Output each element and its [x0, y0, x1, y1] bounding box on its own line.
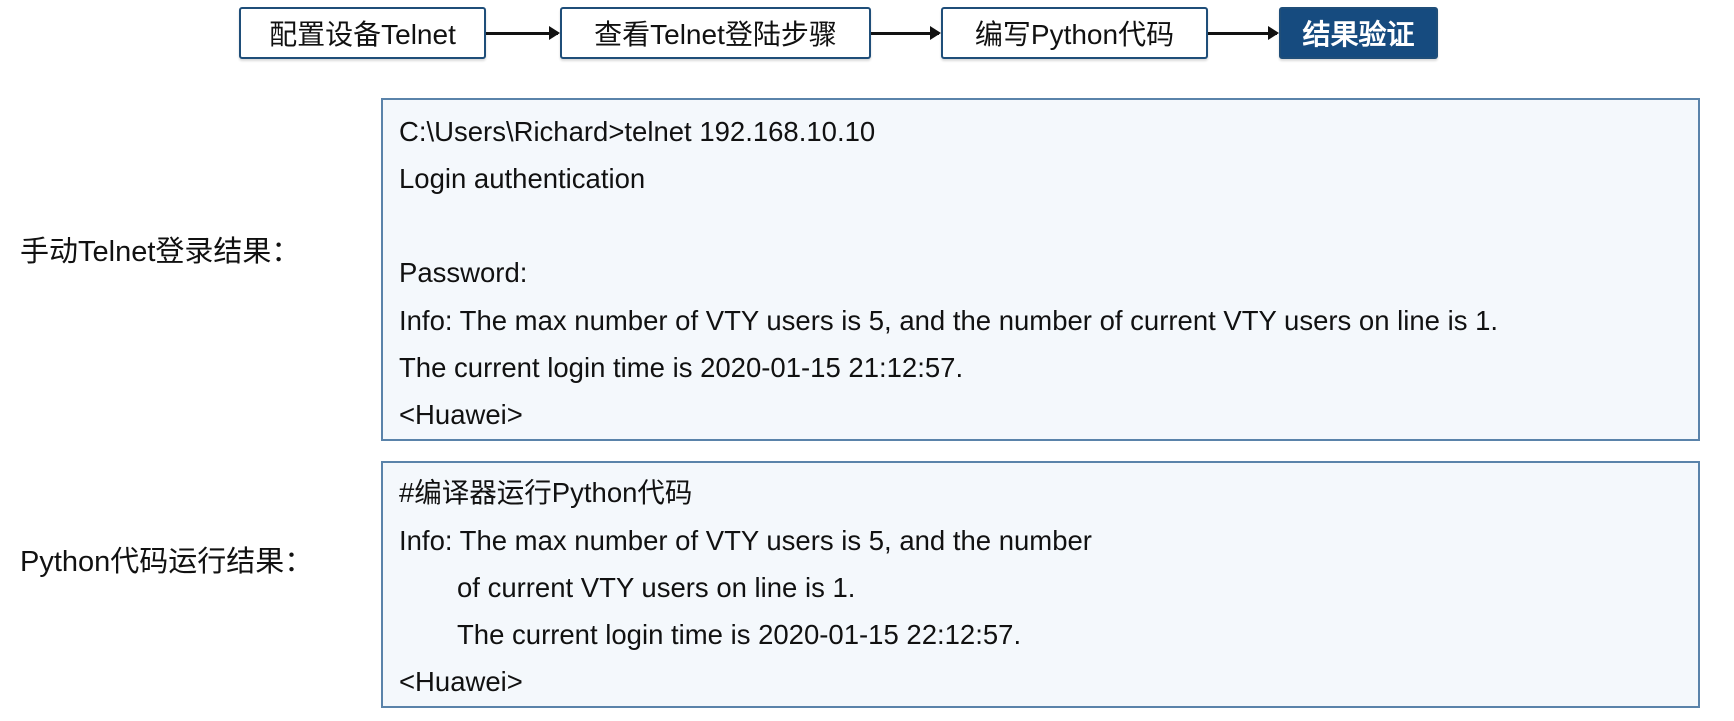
- manual-telnet-output-box: C:\Users\Richard>telnet 192.168.10.10 Lo…: [381, 98, 1700, 441]
- step-label: 配置设备Telnet: [269, 19, 456, 50]
- output-line: Login authentication: [399, 163, 646, 194]
- flow-arrow: [871, 26, 941, 40]
- flow-step-write-python: 编写Python代码: [941, 7, 1208, 59]
- output-line: C:\Users\Richard>telnet 192.168.10.10: [399, 116, 876, 147]
- flow-arrow: [1208, 26, 1279, 40]
- python-result-label: Python代码运行结果：: [20, 546, 314, 578]
- step-label: 结果验证: [1302, 19, 1415, 50]
- flow-step-verify-result: 结果验证: [1279, 7, 1438, 59]
- flow-step-view-login-steps: 查看Telnet登陆步骤: [560, 7, 871, 59]
- output-line: Info: The max number of VTY users is 5, …: [399, 525, 1092, 556]
- output-line: #编译器运行Python代码: [399, 477, 693, 508]
- flow-arrow: [486, 26, 560, 40]
- step-label: 编写Python代码: [974, 19, 1175, 50]
- output-line: The current login time is 2020-01-15 22:…: [457, 619, 1022, 650]
- output-line: <Huawei>: [399, 666, 523, 697]
- output-line: The current login time is 2020-01-15 21:…: [399, 352, 964, 383]
- step-label: 查看Telnet登陆步骤: [594, 19, 837, 50]
- manual-result-label: 手动Telnet登录结果：: [20, 236, 301, 268]
- python-output-box: #编译器运行Python代码 Info: The max number of V…: [381, 461, 1700, 708]
- output-line: of current VTY users on line is 1.: [457, 572, 856, 603]
- output-line: <Huawei>: [399, 399, 523, 430]
- output-line: Password:: [399, 257, 528, 288]
- output-line: Info: The max number of VTY users is 5, …: [399, 305, 1499, 336]
- flow-step-configure-telnet: 配置设备Telnet: [239, 7, 486, 59]
